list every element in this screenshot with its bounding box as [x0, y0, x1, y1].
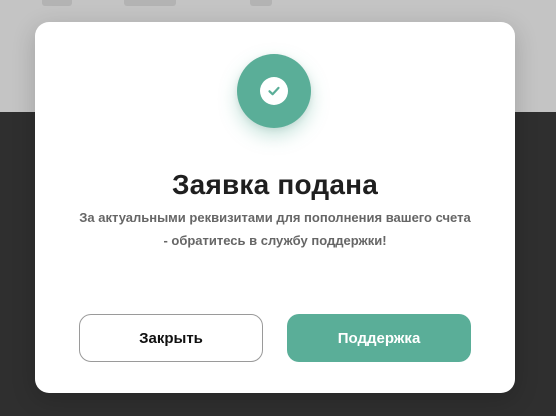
check-circle-icon [260, 77, 288, 105]
support-button[interactable]: Поддержка [287, 314, 471, 362]
success-badge [237, 54, 311, 128]
background-element [124, 0, 176, 6]
background-element [42, 0, 72, 6]
close-button[interactable]: Закрыть [79, 314, 263, 362]
dialog-message: За актуальными реквизитами для пополнени… [55, 206, 495, 252]
success-dialog: Заявка подана За актуальными реквизитами… [35, 22, 515, 393]
dialog-title: Заявка подана [171, 169, 379, 200]
background-element [250, 0, 272, 6]
check-icon [268, 86, 280, 96]
dialog-message-line: За актуальными реквизитами для пополнени… [79, 210, 471, 225]
dialog-message-line: - обратитесь в службу поддержки! [163, 233, 387, 248]
